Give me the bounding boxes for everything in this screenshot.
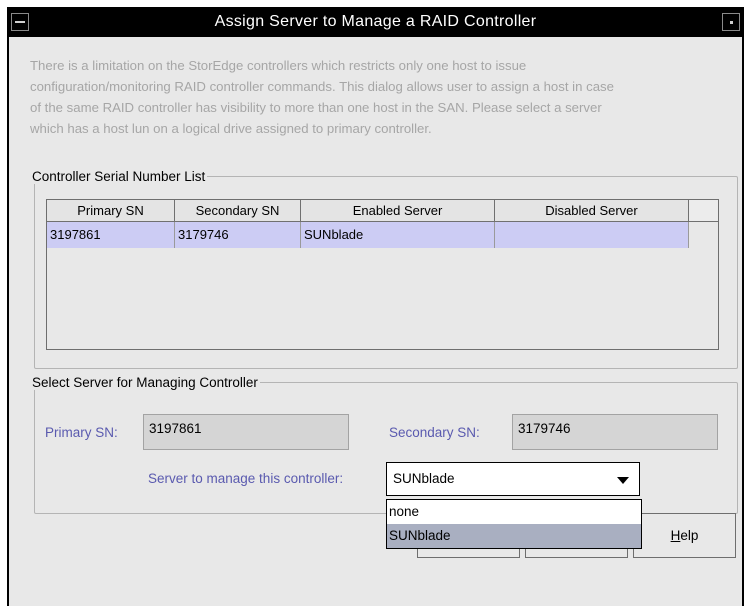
description-text: There is a limitation on the StorEdge co… [30, 55, 730, 139]
cell-enabled-server: SUNblade [301, 222, 495, 248]
server-select-dropdown[interactable]: SUNblade [386, 462, 640, 496]
description-line: of the same RAID controller has visibili… [30, 100, 602, 115]
table-row[interactable]: 3197861 3179746 SUNblade [47, 222, 689, 248]
cell-primary-sn: 3197861 [47, 222, 175, 248]
option-sunblade[interactable]: SUNblade [387, 524, 641, 548]
primary-sn-field: 3197861 [143, 414, 349, 450]
option-none[interactable]: none [387, 500, 641, 524]
description-line: There is a limitation on the StorEdge co… [30, 58, 527, 73]
window-minimize-icon[interactable] [722, 13, 740, 31]
select-server-legend: Select Server for Managing Controller [32, 375, 258, 390]
server-options-list: none SUNblade [386, 499, 642, 549]
header-filler [689, 200, 718, 222]
column-header-secondary-sn[interactable]: Secondary SN [175, 200, 301, 222]
serial-number-table: Primary SN Secondary SN Enabled Server D… [46, 199, 719, 350]
help-label-rest: elp [680, 528, 699, 543]
primary-sn-label: Primary SN: [45, 425, 118, 440]
column-header-disabled-server[interactable]: Disabled Server [495, 200, 689, 222]
window-title: Assign Server to Manage a RAID Controlle… [214, 13, 537, 30]
help-button[interactable]: Help [633, 513, 736, 558]
table-header: Primary SN Secondary SN Enabled Server D… [47, 200, 718, 222]
chevron-down-icon[interactable] [617, 477, 629, 484]
description-line: which has a host lun on a logical drive … [30, 121, 432, 136]
server-manage-label: Server to manage this controller: [148, 471, 344, 486]
help-mnemonic: H [670, 528, 681, 543]
cell-secondary-sn: 3179746 [175, 222, 301, 248]
secondary-sn-label: Secondary SN: [389, 425, 480, 440]
server-select-value: SUNblade [393, 471, 455, 486]
cell-disabled-server [495, 222, 689, 248]
column-header-primary-sn[interactable]: Primary SN [47, 200, 175, 222]
title-bar[interactable]: Assign Server to Manage a RAID Controlle… [7, 7, 744, 37]
controller-serial-legend: Controller Serial Number List [32, 169, 206, 184]
column-header-enabled-server[interactable]: Enabled Server [301, 200, 495, 222]
secondary-sn-field: 3179746 [512, 414, 718, 450]
description-line: configuration/monitoring RAID controller… [30, 79, 614, 94]
